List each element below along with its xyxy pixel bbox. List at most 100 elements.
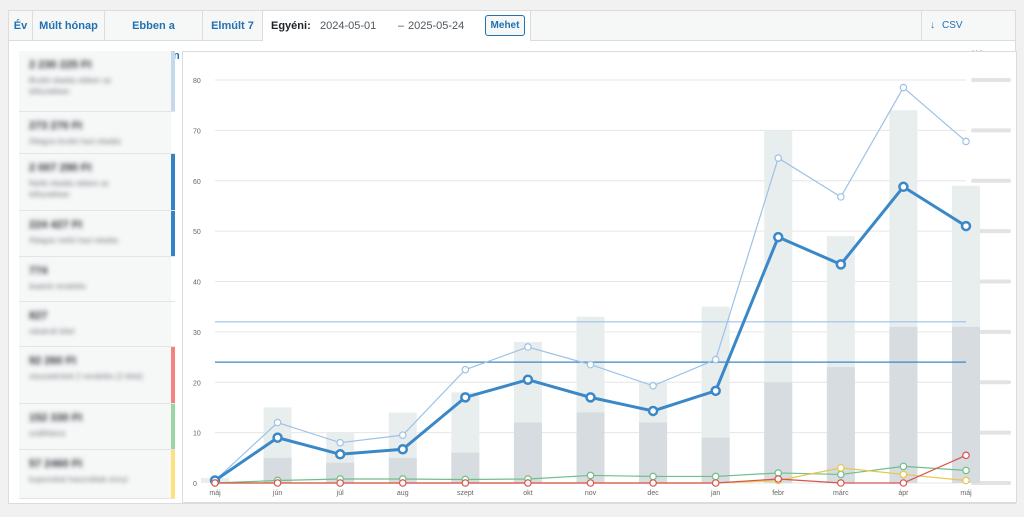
series-point [461,365,470,374]
card-value: 57 2460 Ft [29,458,83,470]
card-color-bar [171,302,175,346]
series-point [586,471,595,480]
right-tick-label [971,178,1011,183]
series-point [711,355,720,364]
y-tick-label: 30 [193,330,201,337]
series-point [397,443,408,455]
export-csv-link[interactable]: ↓ CSV exportálása [921,11,1015,61]
series-point [336,438,344,447]
x-tick-label: máj [209,490,221,497]
series-point [711,479,720,487]
x-tick-label: dec [647,490,659,497]
series-point [835,259,847,270]
series-point [524,479,532,487]
series-point [460,392,471,403]
card-label: leadott rendelés [29,282,86,291]
card-value: 827 [29,310,48,322]
y-tick-label: 10 [193,431,201,438]
series-point [837,193,845,201]
series-point [398,431,407,439]
card-value: 224 427 Ft [29,219,83,231]
x-tick-label: febr [772,490,785,497]
card-color-bar [171,51,175,111]
card-label: Nettó eladás ebben az időszakban [29,179,110,199]
card-color-bar [171,112,175,153]
card-color-bar [171,347,175,403]
summary-card[interactable]: 827 vásárolt tétel [19,302,175,347]
series-point [334,449,346,460]
summary-card[interactable]: 2 007 290 Ft Nettó eladás ebben az idősz… [19,154,175,211]
series-point [273,479,282,487]
bar-items [889,326,918,483]
card-value: 774 [29,265,48,277]
card-label: visszatérített 2 rendelés (2 tétel) [29,372,143,381]
card-label: Átlagos nettó havi eladás [29,236,119,245]
series-point [898,181,909,193]
download-arrow-icon: ↓ [930,20,935,31]
summary-card[interactable]: 152 330 Ft szállításra [19,404,175,450]
series-point [649,381,657,390]
summary-card[interactable]: 2 230 225 Ft Bruttó eladás ebben az idős… [19,51,175,112]
tab-last-month[interactable]: Múlt hónap [33,11,105,41]
card-color-bar [171,257,175,301]
series-point [272,432,283,443]
tab-last-7-days[interactable]: Elmúlt 7 nap [203,11,263,62]
x-tick-label: máj [960,490,972,497]
date-separator: – [398,20,405,32]
series-point [710,385,721,397]
card-color-bar [171,450,175,498]
card-value: 2 230 225 Ft [29,59,92,71]
go-button[interactable]: Mehet [485,15,525,36]
series-point [837,464,845,472]
range-tabbar: Év Múlt hónap Ebben a hónapban Elmúlt 7 … [9,11,1015,62]
tab-year[interactable]: Év [9,11,33,41]
card-label: Átlagos bruttó havi eladás [29,137,122,146]
x-tick-label: nov [585,490,597,497]
series-point [774,475,783,483]
series-point [960,220,972,232]
y-tick-label: 40 [193,280,201,287]
summary-card[interactable]: 57 2460 Ft kuponokat használtak ennyi [19,450,175,499]
series-point [586,479,595,487]
series-point [647,405,659,417]
y-tick-label: 70 [193,128,201,135]
right-tick-label [971,78,1011,82]
y-tick-label: 0 [193,481,197,488]
chart-canvas: 0 10 20 30 40 50 60 70 80 máj jún júl aug szept okt nov… [193,78,1011,497]
series-point [962,137,970,146]
tab-this-month[interactable]: Ebben a hónapban [105,11,203,62]
card-color-bar [171,154,175,210]
series-point [649,472,657,481]
card-value: 152 330 Ft [29,412,83,424]
series-point [398,479,407,487]
series-point [711,472,720,481]
x-tick-label: ápr [898,490,909,497]
y-tick-label: 60 [193,179,201,186]
x-tick-label: júl [336,490,344,497]
y-tick-label: 80 [193,78,201,85]
series-point [773,231,784,243]
summary-card[interactable]: 92 260 Ft visszatérített 2 rendelés (2 t… [19,347,175,404]
x-tick-label: jún [272,490,282,497]
series-point [211,479,219,487]
summary-card[interactable]: 224 427 Ft Átlagos nettó havi eladás [19,211,175,257]
summary-card[interactable]: 774 leadott rendelés [19,257,175,302]
card-value: 273 270 Ft [29,120,83,132]
summary-card[interactable]: 273 270 Ft Átlagos bruttó havi eladás [19,112,175,154]
series-point [962,476,970,485]
start-date-field[interactable]: 2024-05-01 [320,11,376,41]
x-tick-label: márc [833,490,849,497]
card-label: kuponokat használtak ennyi [29,475,128,484]
x-tick-label: aug [397,490,409,497]
series-point [774,469,783,477]
series-point [899,83,908,92]
card-color-bar [171,404,175,449]
series-point [837,479,845,487]
x-tick-label: szept [457,490,474,497]
series-point [461,479,470,487]
summary-cards: 2 230 225 Ft Bruttó eladás ebben az idős… [19,51,175,499]
end-date-field[interactable]: 2025-05-24 [408,11,464,41]
series-point [524,343,532,351]
x-tick-label: jan [710,490,720,497]
card-label: szállításra [29,429,66,438]
